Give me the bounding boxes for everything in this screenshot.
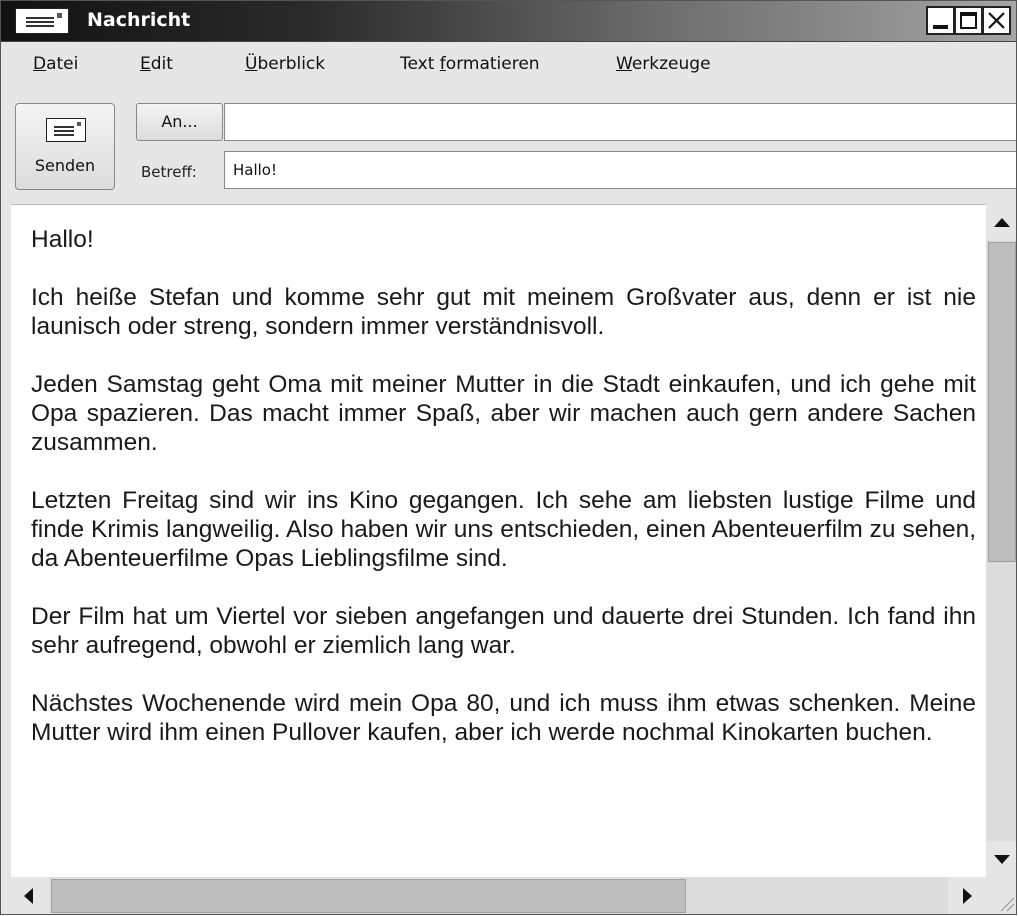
- title-bar[interactable]: Nachricht: [1, 1, 1016, 42]
- scroll-down-icon[interactable]: [986, 841, 1016, 877]
- subject-field[interactable]: Hallo!: [224, 151, 1016, 189]
- horizontal-scrollbar[interactable]: [11, 877, 986, 914]
- send-button[interactable]: Senden: [15, 103, 115, 190]
- message-greeting: Hallo!: [31, 226, 94, 253]
- to-button[interactable]: An...: [136, 103, 223, 141]
- menu-edit[interactable]: Edit: [140, 54, 173, 74]
- menu-werkzeuge[interactable]: Werkzeuge: [616, 54, 711, 74]
- maximize-button[interactable]: [954, 6, 983, 35]
- horizontal-scroll-thumb[interactable]: [51, 879, 686, 913]
- close-button[interactable]: [982, 6, 1011, 35]
- menu-datei[interactable]: Datei: [33, 54, 78, 74]
- scroll-up-icon[interactable]: [986, 204, 1016, 240]
- minimize-button[interactable]: [926, 6, 955, 35]
- scroll-left-icon[interactable]: [11, 877, 49, 914]
- menu-bar: Datei Edit Überblick Text formatieren We…: [1, 42, 1016, 76]
- window-title: Nachricht: [87, 9, 191, 31]
- scroll-right-icon[interactable]: [948, 877, 986, 914]
- message-window: Nachricht Datei Edit Überblick Text form…: [0, 0, 1017, 915]
- resize-grip-icon[interactable]: [986, 877, 1016, 914]
- menu-ueberblick[interactable]: Überblick: [245, 54, 325, 74]
- to-field[interactable]: [224, 103, 1016, 141]
- message-paragraph: Letzten Freitag sind wir ins Kino gegang…: [31, 487, 976, 572]
- envelope-icon: [15, 8, 69, 34]
- message-text: Hallo! Ich heiße Stefan und komme sehr g…: [31, 225, 976, 776]
- send-button-label: Senden: [34, 156, 96, 175]
- message-body[interactable]: Hallo! Ich heiße Stefan und komme sehr g…: [11, 204, 986, 877]
- message-paragraph: Der Film hat um Viertel vor sieben angef…: [31, 603, 976, 659]
- close-icon: [988, 12, 1005, 29]
- message-paragraph: Jeden Samstag geht Oma mit meiner Mutter…: [31, 371, 976, 456]
- vertical-scroll-thumb[interactable]: [988, 242, 1016, 562]
- vertical-scrollbar[interactable]: [986, 204, 1016, 877]
- menu-text-formatieren[interactable]: Text formatieren: [400, 54, 540, 74]
- envelope-icon: [46, 118, 86, 142]
- message-paragraph: Nächstes Wochenende wird mein Opa 80, un…: [31, 690, 976, 746]
- message-paragraph: Ich heiße Stefan und komme sehr gut mit …: [31, 284, 976, 340]
- subject-label: Betreff:: [141, 163, 197, 181]
